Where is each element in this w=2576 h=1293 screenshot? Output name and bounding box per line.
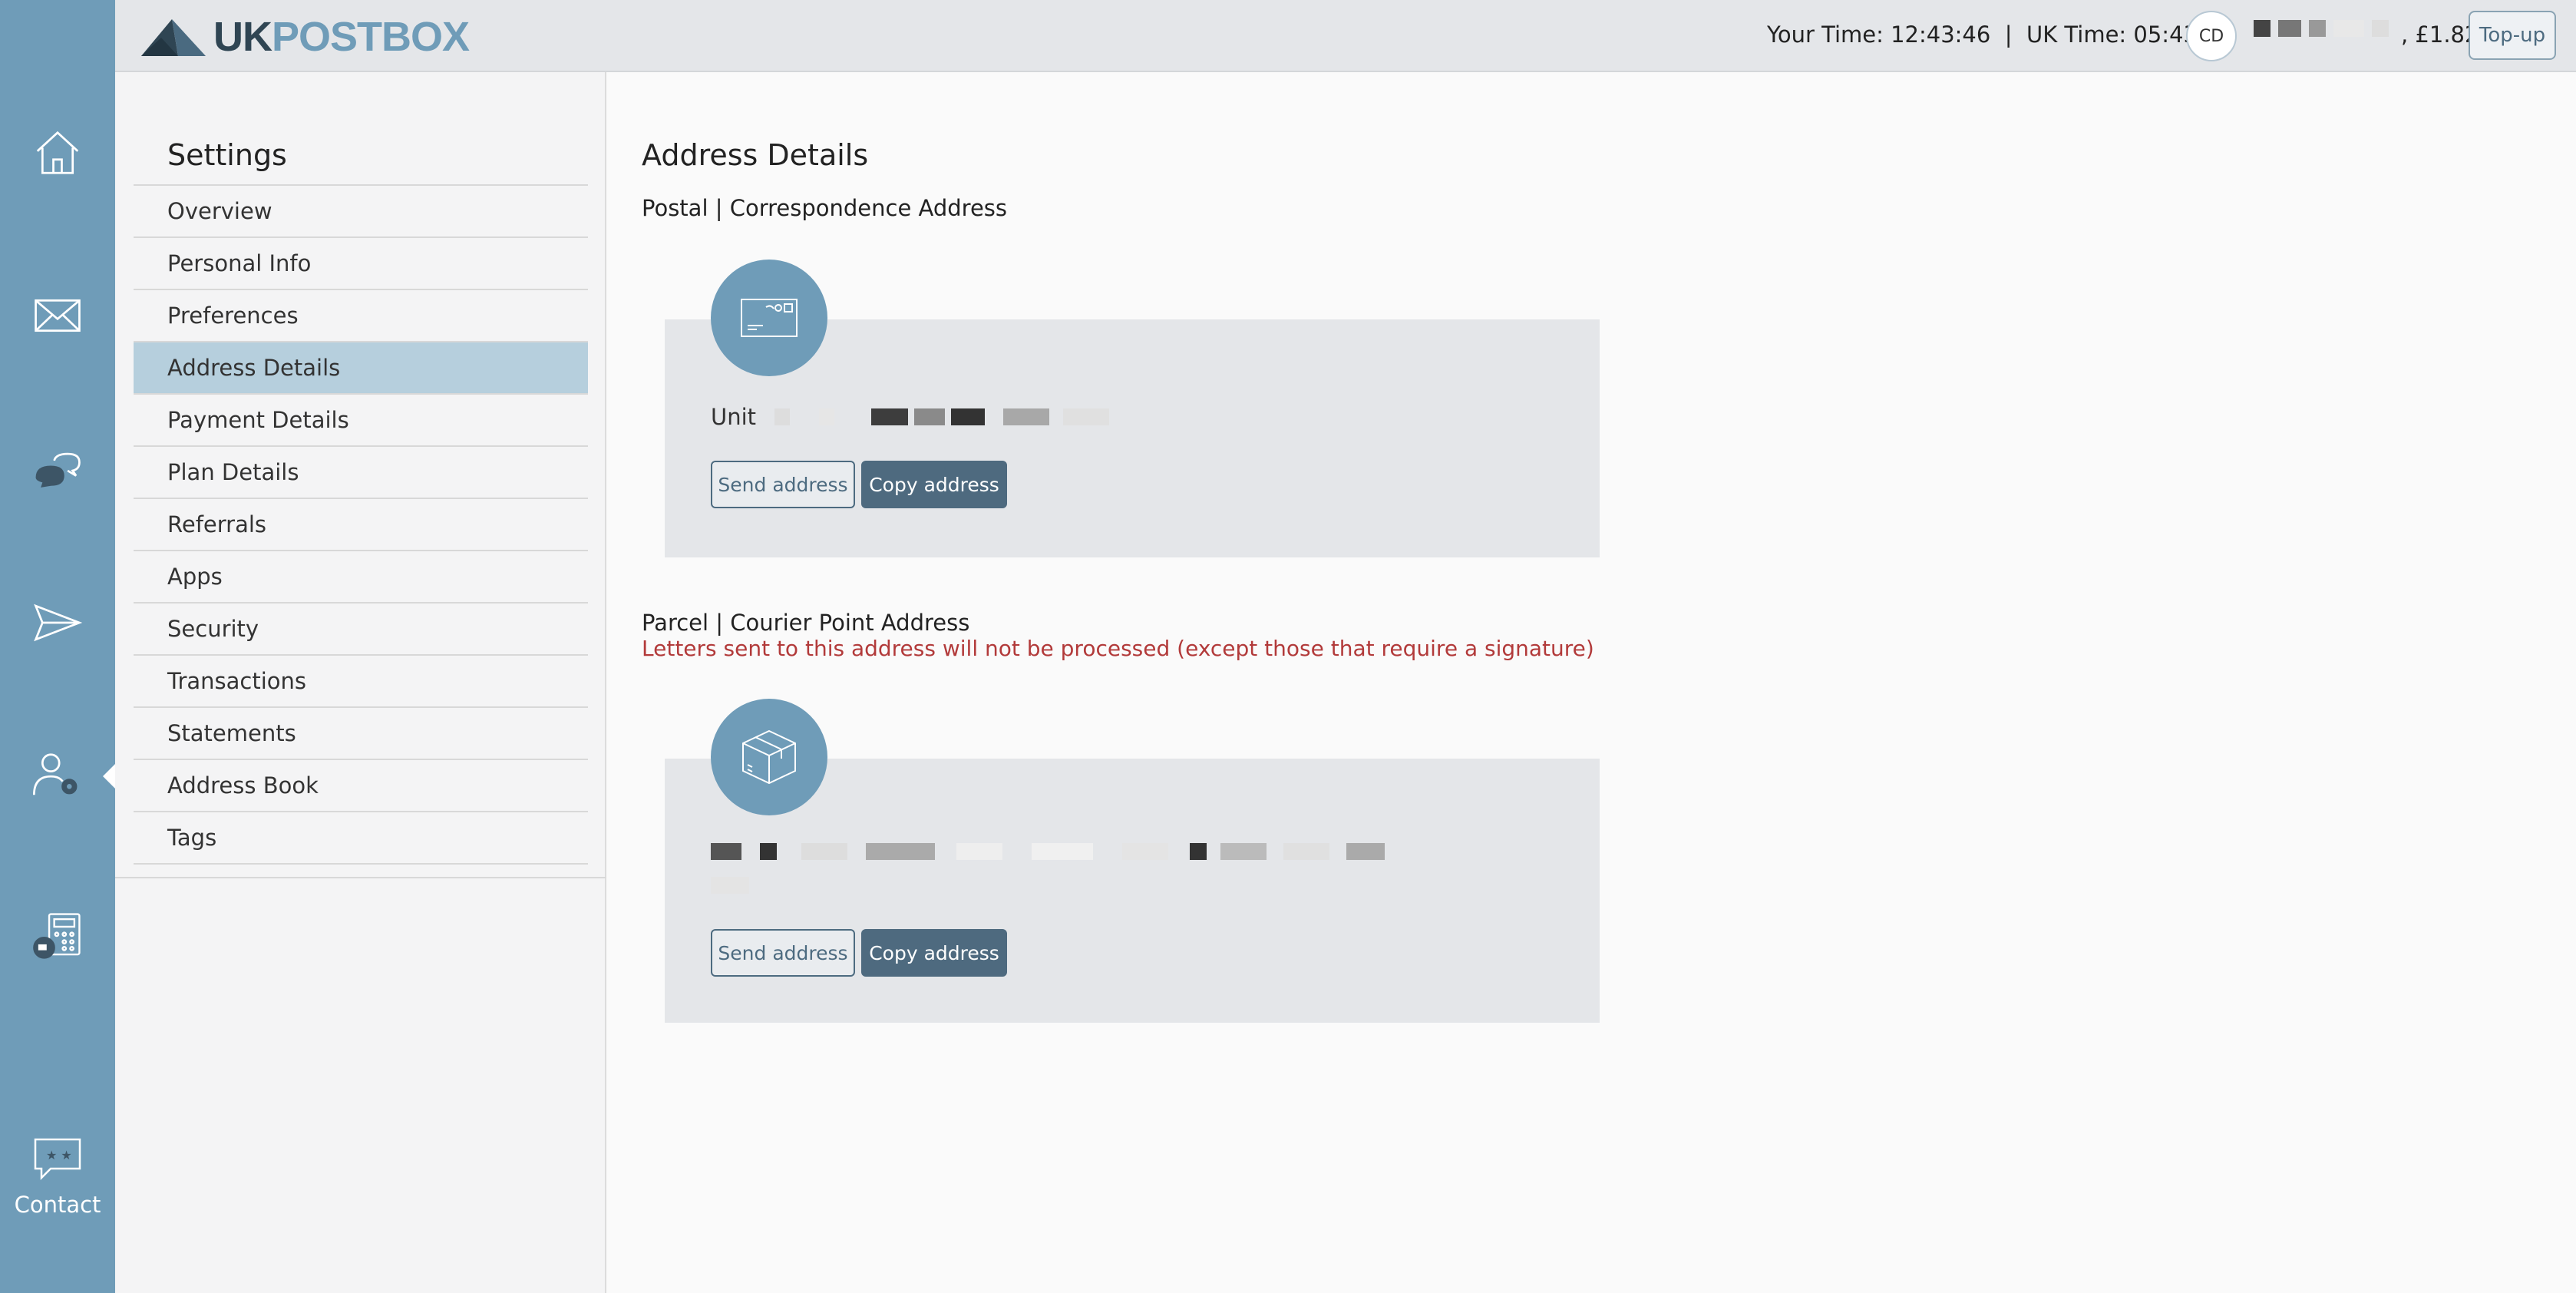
- svg-text:★ ★: ★ ★: [46, 1148, 72, 1162]
- parcel-address-line-2: [711, 877, 749, 894]
- settings-sidebar: Settings Overview Personal Info Preferen…: [115, 72, 606, 1293]
- settings-menu: Overview Personal Info Preferences Addre…: [134, 184, 588, 865]
- settings-item-payment-details[interactable]: Payment Details: [134, 395, 588, 447]
- redacted-username: [2254, 20, 2389, 37]
- settings-item-preferences[interactable]: Preferences: [134, 290, 588, 342]
- time-display: Your Time: 12:43:46 | UK Time: 05:43:46: [1767, 21, 2234, 48]
- rail-chat[interactable]: [0, 421, 115, 521]
- user-settings-icon: [33, 753, 78, 795]
- active-pointer: [103, 764, 115, 789]
- rail-home[interactable]: [0, 103, 115, 203]
- parcel-box-badge: [711, 699, 827, 815]
- settings-item-statements[interactable]: Statements: [134, 708, 588, 760]
- postal-send-address-button[interactable]: Send address: [711, 461, 855, 508]
- parcel-send-address-button[interactable]: Send address: [711, 929, 855, 977]
- postal-address-prefix: Unit: [711, 404, 757, 430]
- postal-copy-address-button[interactable]: Copy address: [861, 461, 1007, 508]
- topup-button[interactable]: Top-up: [2469, 11, 2556, 60]
- postal-envelope-badge: [711, 260, 827, 376]
- logo-postbox-text: POSTBOX: [272, 14, 470, 60]
- contact-label: Contact: [14, 1192, 101, 1218]
- parcel-section-title: Parcel | Courier Point Address: [642, 610, 970, 636]
- settings-item-overview[interactable]: Overview: [134, 186, 588, 238]
- settings-item-referrals[interactable]: Referrals: [134, 499, 588, 551]
- chat-icon: [35, 452, 81, 488]
- rail-calculator[interactable]: [0, 886, 115, 986]
- parcel-copy-address-button[interactable]: Copy address: [861, 929, 1007, 977]
- main-content: Address Details Postal | Correspondence …: [608, 72, 2576, 1293]
- settings-title: Settings: [167, 138, 287, 172]
- home-icon: [36, 131, 79, 174]
- page-title: Address Details: [642, 138, 869, 172]
- parcel-warning: Letters sent to this address will not be…: [642, 636, 1594, 661]
- parcel-box-icon: [742, 729, 796, 785]
- send-icon: [34, 604, 83, 642]
- parcel-address-line-1: [711, 843, 1385, 860]
- feedback-stars-icon: ★ ★: [34, 1138, 81, 1181]
- rail-contact[interactable]: ★ ★ Contact: [0, 1136, 115, 1218]
- settings-item-personal-info[interactable]: Personal Info: [134, 238, 588, 290]
- rail-mail[interactable]: [0, 266, 115, 365]
- divider: [115, 877, 606, 878]
- envelope-icon: [741, 299, 798, 337]
- logo-mark-icon: [141, 19, 206, 56]
- settings-item-apps[interactable]: Apps: [134, 551, 588, 604]
- settings-item-address-details[interactable]: Address Details: [134, 342, 588, 395]
- balance: , £1.82: [2401, 21, 2479, 48]
- rail-account-settings[interactable]: [0, 725, 115, 825]
- avatar[interactable]: CD: [2186, 11, 2237, 61]
- settings-item-address-book[interactable]: Address Book: [134, 760, 588, 812]
- rail-send[interactable]: [0, 573, 115, 673]
- icon-rail: ★ ★ Contact: [0, 0, 115, 1293]
- postal-address-line: Unit: [711, 404, 1110, 430]
- settings-item-plan-details[interactable]: Plan Details: [134, 447, 588, 499]
- logo-uk-text: UK: [213, 14, 272, 60]
- logo[interactable]: UK POSTBOX: [138, 14, 470, 60]
- mail-icon: [35, 299, 81, 332]
- settings-item-tags[interactable]: Tags: [134, 812, 588, 865]
- settings-item-transactions[interactable]: Transactions: [134, 656, 588, 708]
- postal-section-title: Postal | Correspondence Address: [642, 195, 1008, 221]
- settings-item-security[interactable]: Security: [134, 604, 588, 656]
- shipping-calculator-icon: [33, 913, 81, 959]
